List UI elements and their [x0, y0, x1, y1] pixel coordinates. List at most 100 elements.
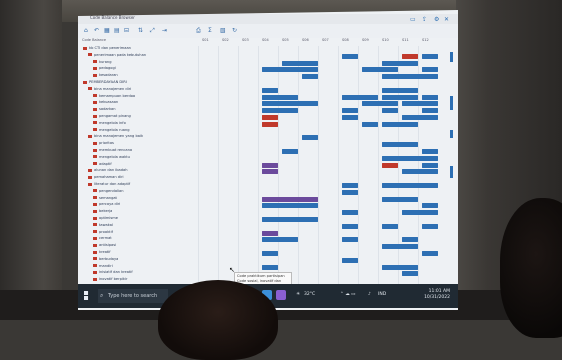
- matrix-cell[interactable]: [282, 60, 318, 66]
- matrix-cell[interactable]: [262, 101, 318, 107]
- refresh-icon[interactable]: ↻: [232, 27, 237, 34]
- matrix-cell[interactable]: [382, 162, 398, 168]
- matrix-cell[interactable]: [382, 121, 418, 127]
- column-header[interactable]: S09: [362, 38, 369, 46]
- matrix-cell[interactable]: [382, 142, 418, 148]
- matrix-cell[interactable]: [362, 67, 398, 73]
- matrix-cell[interactable]: [342, 237, 358, 243]
- column-header[interactable]: S03: [242, 38, 249, 46]
- matrix-cell[interactable]: [402, 53, 418, 59]
- matrix-cell[interactable]: [262, 264, 278, 270]
- matrix-cell[interactable]: [262, 196, 318, 202]
- vertical-scrollbar[interactable]: [450, 46, 454, 246]
- column-header[interactable]: S12: [422, 38, 429, 46]
- matrix-cell[interactable]: [402, 169, 438, 175]
- column-header[interactable]: S05: [282, 38, 289, 46]
- taskbar-clock[interactable]: 11:01 AM 10/31/2022: [424, 289, 450, 301]
- column-header[interactable]: S08: [342, 38, 349, 46]
- column-header[interactable]: S10: [382, 38, 389, 46]
- matrix-cell[interactable]: [402, 271, 418, 277]
- matrix-cell[interactable]: [262, 115, 278, 120]
- column-header[interactable]: S11: [402, 38, 409, 46]
- matrix-cell[interactable]: [382, 223, 398, 229]
- share-icon[interactable]: ⇪: [422, 16, 427, 23]
- volume-icon[interactable]: ♪: [368, 292, 371, 297]
- matrix-cell[interactable]: [382, 108, 398, 114]
- matrix-cell[interactable]: [422, 223, 438, 229]
- settings-icon[interactable]: ⚙: [434, 16, 439, 23]
- matrix-cell[interactable]: [402, 115, 438, 120]
- matrix-cell[interactable]: [342, 53, 358, 59]
- matrix-cell[interactable]: [262, 203, 318, 209]
- matrix-cell[interactable]: [382, 74, 438, 80]
- expand-icon[interactable]: ⤢: [150, 27, 155, 35]
- matrix-cell[interactable]: [402, 237, 418, 243]
- table-icon[interactable]: ▤: [114, 27, 120, 34]
- matrix-cell[interactable]: [262, 87, 278, 93]
- matrix-cell[interactable]: [342, 108, 358, 114]
- matrix-cell[interactable]: [422, 67, 438, 73]
- matrix-cell[interactable]: [422, 108, 438, 114]
- chart-icon[interactable]: ▧: [220, 27, 226, 34]
- matrix-cell[interactable]: [262, 121, 278, 127]
- matrix-cell[interactable]: [382, 264, 418, 270]
- matrix-cell[interactable]: [262, 67, 318, 73]
- matrix-cell[interactable]: [262, 230, 278, 236]
- weather-icon[interactable]: ☀: [296, 292, 300, 297]
- app-icon-3[interactable]: [276, 290, 286, 300]
- windows-start-icon[interactable]: [84, 291, 89, 300]
- matrix-cell[interactable]: [362, 101, 398, 107]
- matrix-cell[interactable]: [382, 183, 438, 188]
- matrix-cell[interactable]: [342, 257, 358, 263]
- matrix-cell[interactable]: [342, 189, 358, 195]
- matrix-cell[interactable]: [382, 87, 418, 93]
- matrix-cell[interactable]: [342, 115, 358, 120]
- back-icon[interactable]: ↶: [94, 27, 99, 34]
- matrix-cell[interactable]: [382, 94, 418, 100]
- close-icon[interactable]: ✕: [444, 16, 449, 23]
- network-icon[interactable]: ⌃ ☁ ▭: [340, 292, 355, 297]
- sum-icon[interactable]: Σ: [208, 27, 212, 34]
- matrix-cell[interactable]: [342, 183, 358, 188]
- matrix-cell[interactable]: [422, 251, 438, 256]
- export-icon[interactable]: ⇥: [162, 27, 167, 34]
- matrix-cell[interactable]: [422, 94, 438, 100]
- matrix-cell[interactable]: [422, 53, 438, 59]
- matrix-cell[interactable]: [342, 94, 378, 100]
- column-header[interactable]: S07: [322, 38, 329, 46]
- matrix-cell[interactable]: [382, 196, 418, 202]
- matrix-cell[interactable]: [262, 251, 278, 256]
- matrix-cell[interactable]: [422, 149, 438, 154]
- matrix-cell[interactable]: [342, 223, 358, 229]
- filter-icon[interactable]: ⊟: [124, 27, 129, 34]
- column-header[interactable]: S01: [202, 38, 209, 46]
- matrix-cell[interactable]: [282, 149, 298, 154]
- matrix-cell[interactable]: [422, 203, 438, 209]
- matrix-cell[interactable]: [362, 121, 378, 127]
- grid-icon[interactable]: ▦: [104, 27, 110, 34]
- matrix-cell[interactable]: [402, 101, 438, 107]
- matrix-cell[interactable]: [382, 155, 438, 161]
- matrix-cell[interactable]: [302, 135, 318, 141]
- matrix-cell[interactable]: [402, 210, 438, 216]
- matrix-cell[interactable]: [262, 169, 278, 175]
- column-header[interactable]: S04: [262, 38, 269, 46]
- language-indicator[interactable]: IND: [378, 292, 386, 297]
- column-header[interactable]: S06: [302, 38, 309, 46]
- home-icon[interactable]: ⌂: [84, 27, 88, 34]
- matrix-cell[interactable]: [302, 74, 318, 80]
- matrix-cell[interactable]: [262, 237, 298, 243]
- matrix-cell[interactable]: [262, 217, 318, 222]
- matrix-cell[interactable]: [382, 244, 418, 250]
- taskbar-search-input[interactable]: ⌕ Type here to search: [98, 289, 168, 303]
- matrix-cell[interactable]: [262, 94, 298, 100]
- matrix-cell[interactable]: [342, 210, 358, 216]
- column-header[interactable]: S02: [222, 38, 229, 46]
- matrix-cell[interactable]: [262, 108, 298, 114]
- matrix-cell[interactable]: [422, 162, 438, 168]
- sort-icon[interactable]: ⇅: [138, 27, 143, 34]
- minimize-icon[interactable]: ▭: [410, 16, 416, 23]
- print-icon[interactable]: ⎙: [196, 27, 201, 35]
- matrix-cell[interactable]: [382, 60, 418, 66]
- matrix-cell[interactable]: [262, 162, 278, 168]
